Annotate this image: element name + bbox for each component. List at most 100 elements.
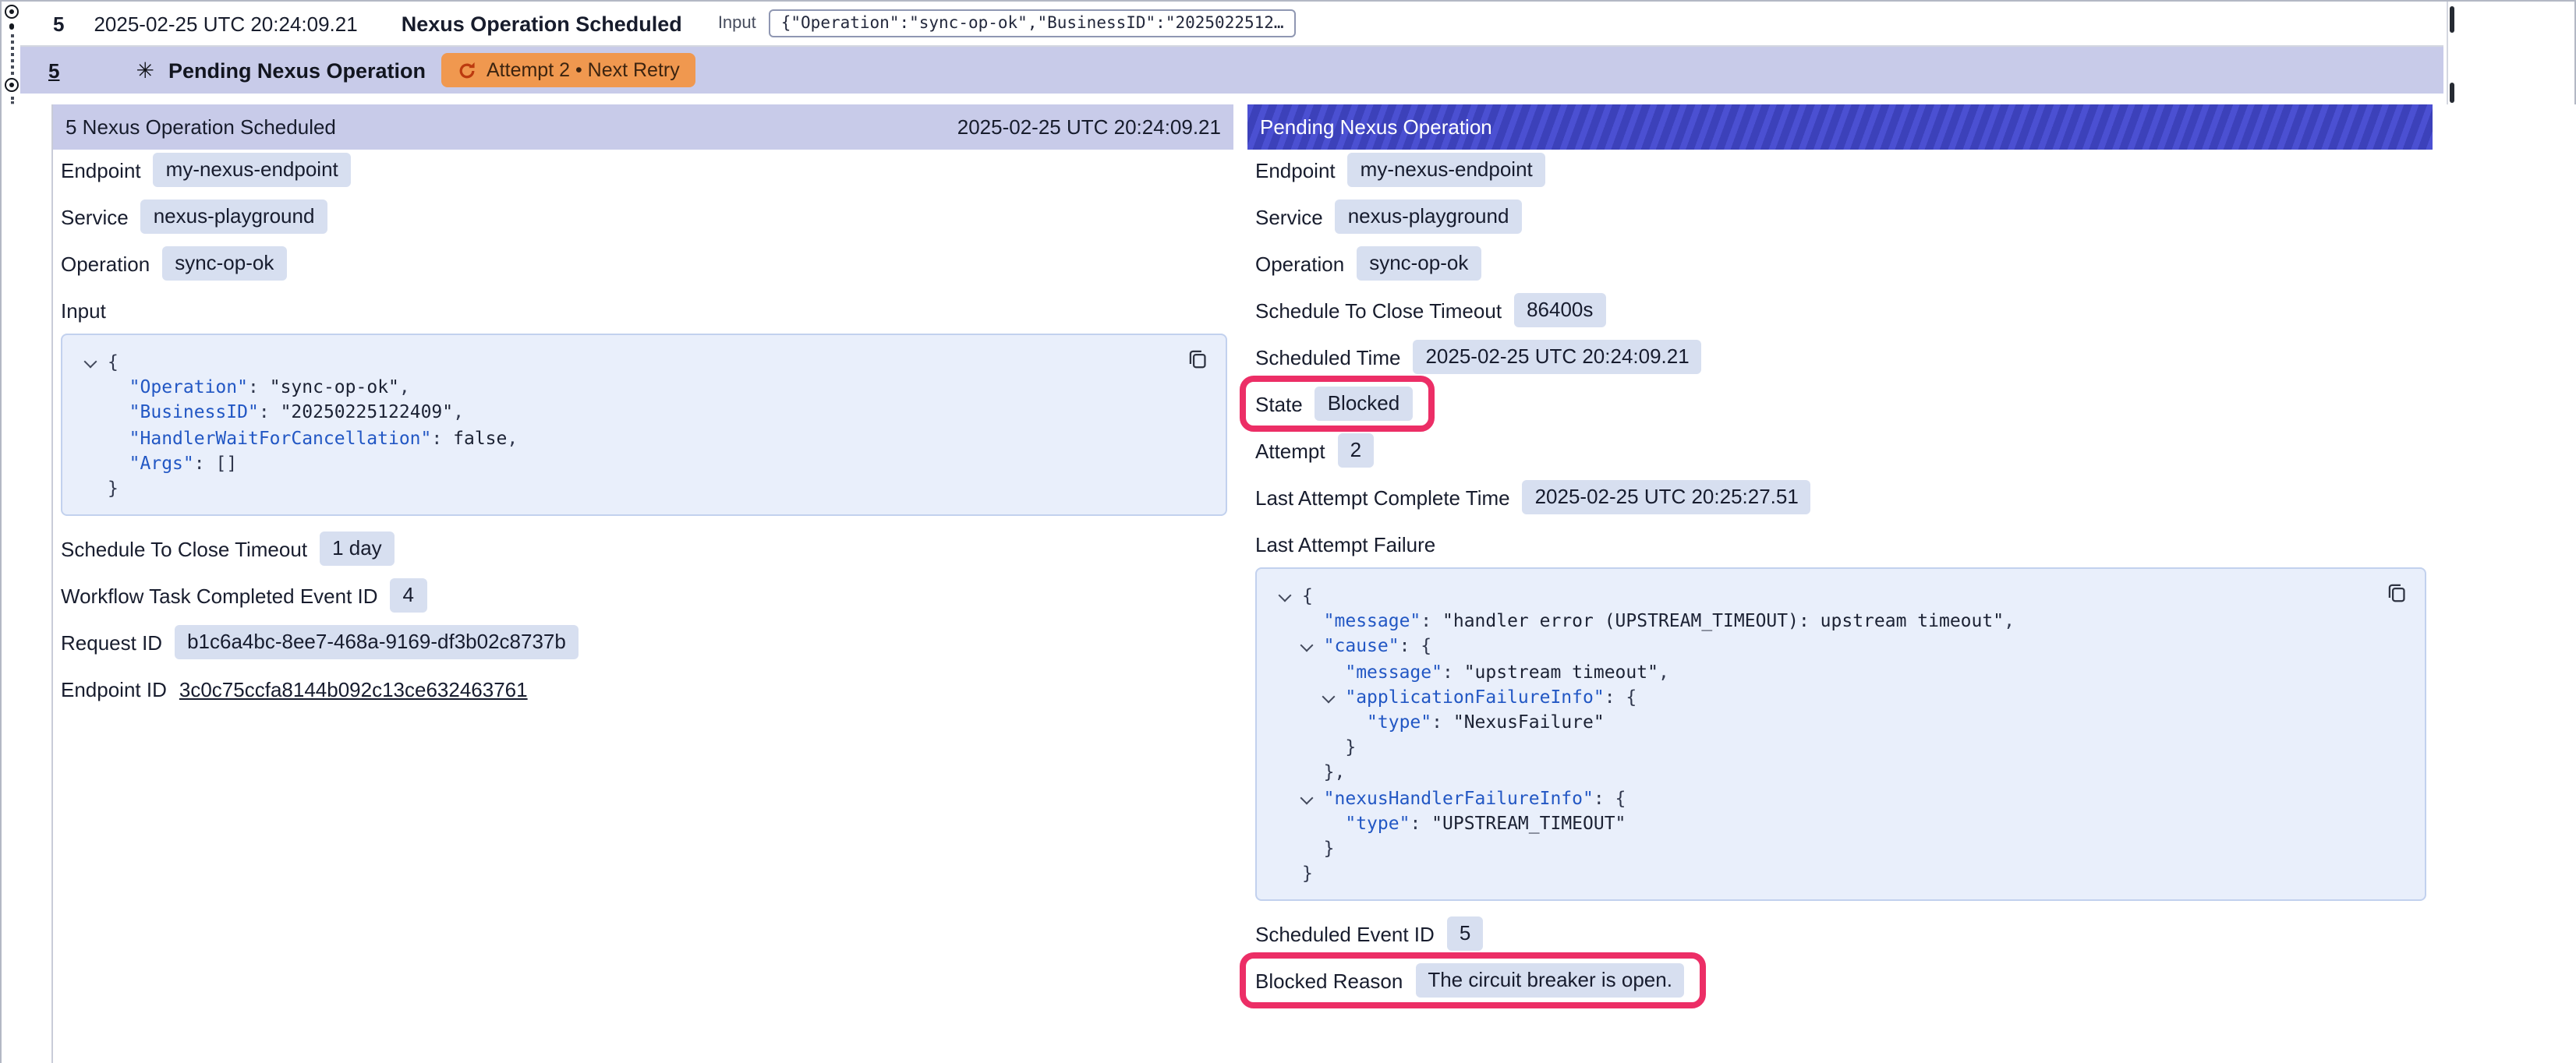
json-punctuation: : {	[1399, 635, 1432, 657]
field-label-workflow-task-completed-event-id: Workflow Task Completed Event ID	[61, 584, 378, 607]
json-punctuation: {	[108, 351, 119, 373]
code-line: "type": "UPSTREAM_TIMEOUT"	[1276, 810, 2406, 835]
field-row-workflow-task-completed-event-id: Workflow Task Completed Event ID4	[61, 578, 1227, 613]
code-line: }	[1276, 835, 2406, 860]
json-string: "UPSTREAM_TIMEOUT"	[1431, 812, 1626, 834]
json-punctuation: }	[1324, 837, 1335, 859]
field-row-state: State Blocked	[1255, 387, 2426, 421]
code-line: "HandlerWaitForCancellation": false,	[81, 425, 1207, 450]
field-value-blocked-reason: The circuit breaker is open.	[1415, 964, 1685, 998]
json-punctuation: :	[1421, 609, 1442, 631]
scrollbar-track	[2447, 2, 2448, 104]
json-key: "type"	[1345, 812, 1410, 834]
event-timestamp: 2025-02-25 UTC 20:24:09.21	[94, 12, 357, 35]
field-row-endpoint: Endpointmy-nexus-endpoint	[61, 153, 1227, 187]
json-punctuation: },	[1324, 761, 1346, 783]
json-punctuation: ,	[507, 426, 518, 448]
timeline-node-icon[interactable]	[5, 5, 19, 19]
field-value-state: Blocked	[1315, 387, 1413, 421]
field-label-request-id: Request ID	[61, 630, 162, 654]
input-json-viewer: {"Operation": "sync-op-ok","BusinessID":…	[61, 334, 1227, 516]
event-row-pending-nexus-operation[interactable]: 5 ✳ Pending Nexus Operation Attempt 2 • …	[20, 47, 2443, 94]
field-label-last-attempt-complete-time: Last Attempt Complete Time	[1255, 486, 1510, 509]
code-line: }	[1276, 860, 2406, 885]
scheduled-event-panel: 5 Nexus Operation Scheduled 2025-02-25 U…	[51, 104, 1233, 1063]
field-value-last-attempt-complete-time: 2025-02-25 UTC 20:25:27.51	[1523, 480, 1811, 514]
timeline-connector	[11, 97, 14, 104]
event-detail-panels: 5 Nexus Operation Scheduled 2025-02-25 U…	[2, 104, 2576, 1063]
json-key: "Operation"	[129, 376, 248, 397]
panel-title: 5 Nexus Operation Scheduled	[65, 115, 336, 139]
field-row-scheduled-time: Scheduled Time2025-02-25 UTC 20:24:09.21	[1255, 340, 2426, 374]
json-key: "type"	[1367, 711, 1431, 733]
json-punctuation: ,	[2004, 609, 2015, 631]
field-value-endpoint: my-nexus-endpoint	[1348, 153, 1545, 187]
code-line: {	[81, 349, 1207, 374]
event-history-list: 5 2025-02-25 UTC 20:24:09.21 Nexus Opera…	[2, 2, 2574, 104]
code-line: "cause": {	[1276, 634, 2406, 659]
json-string: "20250225122409"	[281, 401, 454, 423]
field-label-blocked-reason: Blocked Reason	[1255, 969, 1403, 993]
collapse-chevron-icon[interactable]	[1300, 640, 1313, 652]
field-label-service: Service	[1255, 205, 1323, 228]
collapse-chevron-icon[interactable]	[1279, 589, 1291, 602]
code-line: "applicationFailureInfo": {	[1276, 684, 2406, 709]
panel-timestamp: 2025-02-25 UTC 20:24:09.21	[957, 115, 1221, 139]
json-punctuation: ,	[453, 401, 464, 423]
attempt-retry-badge: Attempt 2 • Next Retry	[441, 53, 695, 87]
json-punctuation: :	[259, 401, 281, 423]
json-punctuation: :	[1431, 711, 1453, 733]
collapse-chevron-icon[interactable]	[84, 355, 97, 368]
json-key: "HandlerWaitForCancellation"	[129, 426, 432, 448]
scrollbar-thumb[interactable]	[2449, 83, 2454, 103]
field-row-schedule-to-close-timeout: Schedule To Close Timeout86400s	[1255, 293, 2426, 327]
collapse-chevron-icon[interactable]	[1322, 690, 1334, 703]
timeline-node-icon[interactable]	[5, 78, 19, 92]
json-key: "cause"	[1324, 635, 1399, 657]
field-label-endpoint: Endpoint	[61, 158, 141, 182]
field-value-operation: sync-op-ok	[162, 246, 286, 281]
event-input-preview: {"Operation":"sync-op-ok","BusinessID":"…	[769, 9, 1297, 37]
field-value-service: nexus-playground	[1336, 200, 1522, 234]
field-label-endpoint: Endpoint	[1255, 158, 1336, 182]
event-id: 5	[53, 12, 64, 35]
json-key: "applicationFailureInfo"	[1345, 686, 1604, 708]
scheduled-event-panel-body: Endpointmy-nexus-endpoint Servicenexus-pl…	[53, 150, 1233, 706]
field-row-attempt: Attempt2	[1255, 433, 2426, 468]
collapse-chevron-icon[interactable]	[1300, 791, 1313, 803]
json-string: "NexusFailure"	[1453, 711, 1605, 733]
code-line: "type": "NexusFailure"	[1276, 709, 2406, 734]
field-value-service: nexus-playground	[141, 200, 327, 234]
json-punctuation: :	[1442, 660, 1464, 682]
json-punctuation: : {	[1594, 786, 1626, 808]
json-punctuation: ,	[1658, 660, 1669, 682]
field-label-state: State	[1255, 392, 1303, 415]
field-row-service: Servicenexus-playground	[61, 200, 1227, 234]
event-title: Pending Nexus Operation	[168, 58, 426, 82]
field-value-endpoint-id[interactable]: 3c0c75ccfa8144b092c13ce632463761	[179, 677, 528, 701]
json-punctuation: :	[1410, 812, 1431, 834]
timeline-connector	[11, 34, 14, 75]
event-detail-label: Input	[718, 14, 756, 33]
field-value-scheduled-event-id: 5	[1447, 917, 1483, 952]
json-punctuation: {	[1302, 584, 1313, 606]
field-value-operation: sync-op-ok	[1357, 246, 1481, 281]
field-label-endpoint-id: Endpoint ID	[61, 677, 167, 701]
code-line: "BusinessID": "20250225122409",	[81, 400, 1207, 425]
json-punctuation: :	[431, 426, 453, 448]
field-row-service: Service nexus-playground	[1255, 200, 2426, 234]
event-id-link[interactable]: 5	[48, 58, 59, 82]
scrollbar-thumb[interactable]	[2449, 6, 2454, 33]
field-row-endpoint-id: Endpoint ID 3c0c75ccfa8144b092c13ce632463…	[61, 672, 1227, 706]
nexus-asterisk-icon: ✳	[136, 59, 154, 81]
field-row-operation: Operationsync-op-ok	[61, 246, 1227, 281]
code-line: },	[1276, 760, 2406, 785]
json-punctuation: ,	[399, 376, 410, 397]
json-literal: false	[453, 426, 507, 448]
event-row-nexus-operation-scheduled[interactable]: 5 2025-02-25 UTC 20:24:09.21 Nexus Opera…	[20, 2, 2443, 47]
panel-title: Pending Nexus Operation	[1260, 115, 1492, 139]
json-key: "message"	[1324, 609, 1421, 631]
code-line: "message": "handler error (UPSTREAM_TIME…	[1276, 608, 2406, 633]
json-punctuation: }	[108, 477, 119, 499]
json-key: "Args"	[129, 452, 194, 474]
